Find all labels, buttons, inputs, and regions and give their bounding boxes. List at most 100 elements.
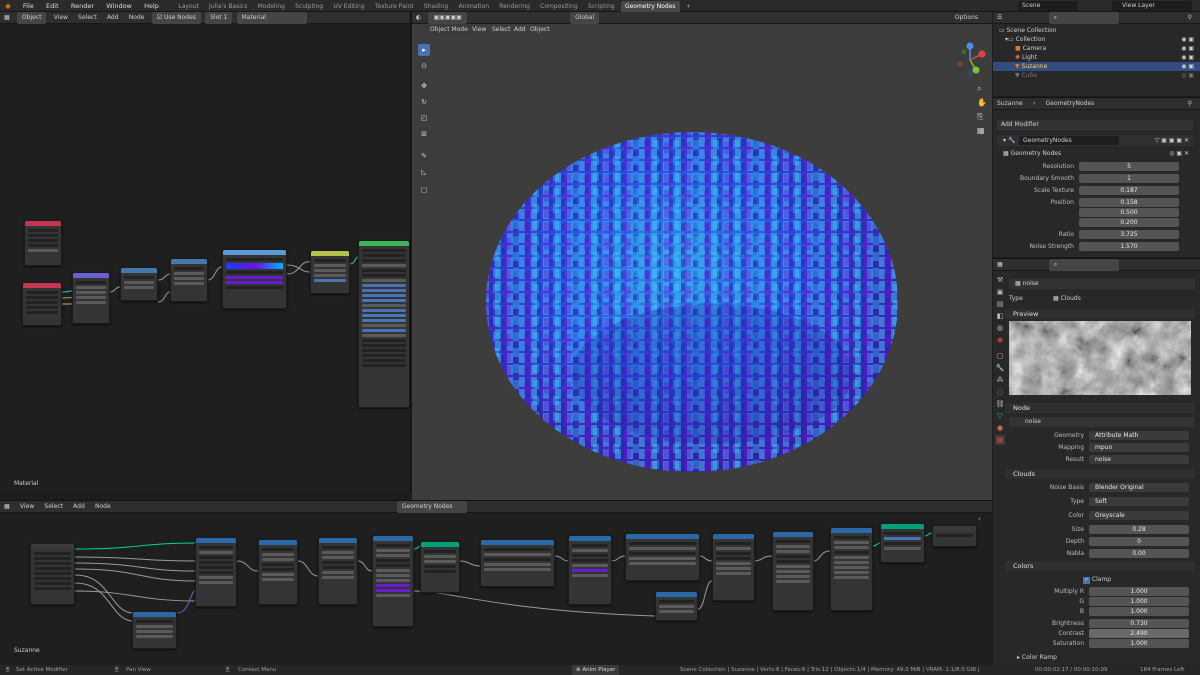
- move-tool-icon[interactable]: ✥: [418, 80, 430, 92]
- scene-tab-icon[interactable]: ◍: [995, 323, 1005, 333]
- scene-selector[interactable]: Scene: [1018, 1, 1078, 11]
- physics-tab-icon[interactable]: ◌: [995, 387, 1005, 397]
- node-result-field[interactable]: noise: [1089, 455, 1189, 464]
- camera-view-icon[interactable]: ⎘: [977, 112, 983, 122]
- visibility-eye-icon[interactable]: ◉ ▣: [1181, 35, 1194, 44]
- attribute-vector-node-1[interactable]: [195, 537, 237, 607]
- render-tab-icon[interactable]: ▣: [995, 287, 1005, 297]
- node-group-row[interactable]: ▦ Geometry Nodes ◎ ▣ ✕: [997, 149, 1193, 159]
- saturation-field[interactable]: 1.000: [1089, 639, 1189, 648]
- size-field[interactable]: 0.28: [1089, 525, 1189, 534]
- modifier-row[interactable]: ▾ 🔧 GeometryNodes ▽ ▣ ▣ ▣ ✕: [997, 135, 1193, 146]
- resolution-field[interactable]: 5: [1079, 162, 1179, 171]
- output-tab-icon[interactable]: ▤: [995, 299, 1005, 309]
- viewport-3d[interactable]: ◐ ▣▣▣▣▣ Global Options Object Mode View …: [412, 12, 992, 500]
- select-mode-icons[interactable]: ▣▣▣▣▣: [428, 12, 467, 24]
- viewport-menu-view[interactable]: View: [472, 25, 486, 35]
- position-y-field[interactable]: 0.500: [1079, 208, 1179, 217]
- perspective-grid-icon[interactable]: ▦: [977, 126, 985, 135]
- attribute-mix-node[interactable]: [372, 535, 414, 627]
- sidebar-toggle-icon[interactable]: ‹: [978, 515, 981, 523]
- outliner-item-cube[interactable]: ▼ Cube ◎ ▣: [993, 71, 1200, 80]
- group-input-node[interactable]: [30, 543, 75, 605]
- particles-tab-icon[interactable]: ⁂: [995, 375, 1005, 385]
- vector-math-node[interactable]: [655, 591, 698, 621]
- brightness-field[interactable]: 0.730: [1089, 619, 1189, 628]
- object-mode-dropdown-viewport[interactable]: Object Mode: [425, 25, 473, 35]
- scale-texture-field[interactable]: 0.187: [1079, 186, 1179, 195]
- math-node[interactable]: [120, 267, 158, 301]
- transform-orientation-dropdown[interactable]: Global: [570, 12, 600, 24]
- viewport-menu-object[interactable]: Object: [530, 25, 550, 35]
- view-layer-selector[interactable]: View Layer: [1112, 1, 1192, 11]
- camera-visibility-icon[interactable]: ◉ ▣: [1181, 44, 1194, 53]
- attribute-sample-texture-node-1[interactable]: [480, 539, 555, 587]
- data-tab-icon[interactable]: ▽: [995, 411, 1005, 421]
- geometry-node-editor[interactable]: ▦ View Select Add Node Geometry Nodes Su…: [0, 500, 992, 665]
- view-layer-tab-icon[interactable]: ◧: [995, 311, 1005, 321]
- nabla-field[interactable]: 0.00: [1089, 549, 1189, 558]
- colors-section-header[interactable]: Colors: [1005, 561, 1195, 571]
- light-visibility-icon[interactable]: ◉ ▣: [1181, 53, 1194, 62]
- material-output-node[interactable]: [24, 220, 62, 266]
- zoom-icon[interactable]: ⌕: [977, 84, 981, 94]
- select-tool-icon[interactable]: ▸: [418, 44, 430, 56]
- blender-logo-icon[interactable]: ◉: [0, 0, 16, 12]
- clouds-section-header[interactable]: Clouds: [1005, 469, 1195, 479]
- attribute-vector-node-2[interactable]: [258, 539, 298, 605]
- texture-editor-icon[interactable]: ▦: [993, 259, 1007, 271]
- outliner-editor-icon[interactable]: ☰: [993, 12, 1006, 24]
- node-texture-field[interactable]: noise: [1009, 417, 1195, 427]
- menu-help[interactable]: Help: [139, 0, 164, 12]
- map-range-node[interactable]: [170, 258, 208, 302]
- tool-tab-icon[interactable]: ⚒: [995, 275, 1005, 285]
- modifier-toggle-icons[interactable]: ▽ ▣ ▣ ▣ ✕: [1155, 135, 1189, 146]
- rotate-tool-icon[interactable]: ↻: [418, 96, 430, 108]
- texture-search-input[interactable]: ⌕: [1048, 259, 1119, 271]
- boundary-smooth-field[interactable]: 1: [1079, 174, 1179, 183]
- add-modifier-dropdown[interactable]: Add Modifier: [997, 120, 1193, 130]
- noise-strength-field[interactable]: 1.570: [1079, 242, 1179, 251]
- cloud-color-dropdown[interactable]: Greyscale: [1089, 511, 1189, 520]
- combine-xyz-node[interactable]: [132, 611, 177, 649]
- viewport-menu-add[interactable]: Add: [514, 25, 526, 35]
- transform-tool-icon[interactable]: ⊞: [418, 128, 430, 140]
- modifier-properties[interactable]: Suzanne › GeometryNodes ⚲ Add Modifier ▾…: [993, 97, 1200, 257]
- hue-saturation-node[interactable]: [310, 250, 350, 294]
- multiply-r-field[interactable]: 1.000: [1089, 587, 1189, 596]
- node-section-header[interactable]: Node: [1005, 403, 1195, 413]
- menu-render[interactable]: Render: [66, 0, 99, 12]
- constraints-tab-icon[interactable]: ⛓: [995, 399, 1005, 409]
- point-distribute-node[interactable]: [420, 541, 460, 593]
- scale-tool-icon[interactable]: ◰: [418, 112, 430, 124]
- pin-icon[interactable]: ⚲: [1184, 98, 1196, 110]
- attribute-vector-node-4[interactable]: [712, 533, 755, 601]
- color-ramp-node[interactable]: [222, 249, 287, 309]
- suzanne-visibility-icon[interactable]: ◉ ▣: [1181, 62, 1194, 71]
- separate-node[interactable]: [72, 272, 110, 324]
- filter-icon[interactable]: ⚲: [1184, 12, 1196, 24]
- attribute-sample-texture-node-2[interactable]: [625, 533, 700, 581]
- contrast-field[interactable]: 2.490: [1089, 629, 1189, 638]
- cursor-tool-icon[interactable]: ⊙: [418, 60, 430, 72]
- viewport-options-button[interactable]: Options: [951, 12, 982, 24]
- multiply-b-field[interactable]: 1.000: [1089, 607, 1189, 616]
- noise-basis-dropdown[interactable]: Blender Original: [1089, 483, 1189, 492]
- cube-visibility-icon[interactable]: ◎ ▣: [1181, 71, 1194, 80]
- attribute-math-node-1[interactable]: [568, 535, 612, 605]
- position-x-field[interactable]: 0.158: [1079, 198, 1179, 207]
- object-tab-icon[interactable]: ▢: [995, 351, 1005, 361]
- color-ramp-toggle[interactable]: ▸ Color Ramp: [1017, 654, 1057, 661]
- multiply-g-field[interactable]: 1.000: [1089, 597, 1189, 606]
- texture-type-dropdown[interactable]: ▦ Clouds: [1049, 294, 1195, 304]
- node-group-buttons-icon[interactable]: ◎ ▣ ✕: [1169, 149, 1189, 159]
- node-mapping-field[interactable]: mpuo: [1089, 443, 1189, 452]
- ratio-field[interactable]: 3.725: [1079, 230, 1179, 239]
- principled-bsdf-node[interactable]: [358, 240, 410, 408]
- pan-hand-icon[interactable]: ✋: [977, 98, 987, 107]
- texture-name-field[interactable]: ▦ noise: [1009, 279, 1195, 289]
- menu-edit[interactable]: Edit: [41, 0, 64, 12]
- menu-file[interactable]: File: [18, 0, 39, 12]
- viewport-menu-select[interactable]: Select: [492, 25, 511, 35]
- annotate-tool-icon[interactable]: ✎: [418, 150, 430, 162]
